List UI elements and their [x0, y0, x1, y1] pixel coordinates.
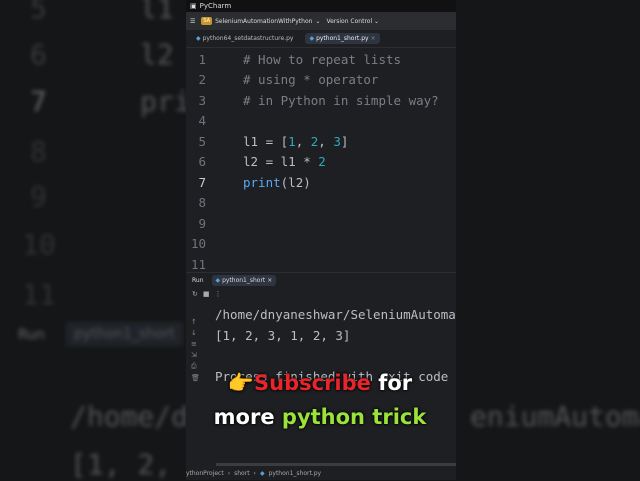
- rerun-icon[interactable]: ↻: [192, 290, 198, 298]
- run-tab[interactable]: ◆ python1_short ×: [211, 275, 277, 286]
- run-label: Run: [192, 277, 204, 284]
- code-line: # in Python in simple way?: [243, 92, 439, 108]
- close-icon[interactable]: ×: [371, 35, 376, 42]
- project-name: SeleniumAutomationWithPython: [215, 17, 313, 25]
- subscribe-text: Subscribe: [254, 371, 371, 395]
- code-editor[interactable]: 1 # How to repeat lists 2 # using * operat…: [186, 48, 456, 272]
- close-icon[interactable]: ×: [267, 277, 272, 284]
- bg-line-num: 6: [30, 38, 47, 71]
- breadcrumb-item[interactable]: python1_short.py: [269, 470, 322, 477]
- tab-python64-setdatastructure[interactable]: ◆ python64_setdatastructure.py: [192, 33, 297, 44]
- bg-line-num: 5: [30, 0, 47, 25]
- line-number: 1: [198, 51, 206, 67]
- bg-run-label: Run: [18, 327, 45, 343]
- python-file-icon: ◆: [215, 277, 221, 284]
- line-number: 11: [190, 256, 206, 272]
- more-icon[interactable]: ⋮: [215, 290, 222, 298]
- line-number: 8: [198, 195, 206, 210]
- arrow-down-icon[interactable]: ↓: [191, 329, 200, 337]
- bg-line-num: 11: [22, 278, 56, 311]
- arrow-up-icon[interactable]: ↑: [191, 318, 200, 326]
- subscribe-caption: 👉Subscribe for: [0, 371, 640, 396]
- python-file-icon: ◆: [259, 469, 265, 477]
- project-badge: SA: [201, 17, 213, 25]
- code-line: l1 = [1, 2, 3]: [243, 133, 349, 149]
- line-number: 7: [198, 174, 206, 190]
- project-selector[interactable]: SA SeleniumAutomationWithPython ⌄: [201, 17, 320, 25]
- version-control-menu[interactable]: Version Control ⌄: [326, 18, 379, 25]
- code-line: print(l2): [243, 174, 311, 190]
- python-trick-caption: more python trick: [0, 405, 640, 429]
- breadcrumb-item[interactable]: short: [234, 470, 249, 477]
- tab-python1-short[interactable]: ◆ python1_short.py ×: [305, 33, 380, 44]
- line-number: 3: [198, 92, 206, 108]
- line-number: 6: [198, 154, 206, 169]
- app-title: PyCharm: [199, 2, 232, 10]
- pycharm-icon: ▣: [190, 2, 197, 10]
- pointing-hand-emoji: 👉: [227, 371, 255, 395]
- bg-line-num: 7: [30, 85, 47, 118]
- bg-line-num: 9: [30, 180, 47, 213]
- line-number: 9: [198, 215, 206, 231]
- bg-line-num: 10: [22, 228, 56, 261]
- editor-tabs: ◆ python64_setdatastructure.py ◆ python1_s…: [186, 30, 456, 48]
- breadcrumb-item[interactable]: ythonProject: [186, 470, 224, 477]
- run-toolbar: ↻ ■ ⋮: [192, 290, 222, 298]
- hamburger-menu-icon[interactable]: ☰: [190, 18, 195, 25]
- bg-code: l1: [140, 0, 174, 25]
- main-toolbar: ☰ SA SeleniumAutomationWithPython ⌄ Vers…: [186, 12, 456, 30]
- code-line: l2 = l1 * 2: [243, 154, 326, 169]
- chevron-down-icon: ⌄: [315, 17, 321, 25]
- bg-output-result: [1, 2,: [70, 448, 172, 481]
- bg-line-num: 8: [30, 135, 47, 168]
- print-icon[interactable]: ⎙: [191, 362, 200, 371]
- soft-wrap-icon[interactable]: ≡: [191, 340, 200, 348]
- run-tab-label: python1_short: [222, 277, 266, 284]
- line-number: 2: [198, 72, 206, 87]
- line-number: 5: [198, 133, 206, 149]
- caption-text: more: [213, 405, 282, 429]
- caption-text: for: [370, 371, 413, 395]
- run-panel-header: Run ◆ python1_short ×: [186, 272, 456, 288]
- line-number: 4: [198, 113, 206, 128]
- console-output-line: [1, 2, 3, 1, 2, 3]: [215, 328, 351, 343]
- python-file-icon: ◆: [309, 35, 315, 42]
- console-output-line: /home/dnyaneshwar/SeleniumAutoma: [215, 307, 456, 322]
- tab-label: python1_short.py: [316, 35, 369, 42]
- bg-code: l2: [140, 38, 174, 71]
- title-bar: ▣ PyCharm: [186, 0, 456, 12]
- code-line: # How to repeat lists: [243, 51, 402, 67]
- scroll-end-icon[interactable]: ⇲: [191, 351, 200, 359]
- tab-label: python64_setdatastructure.py: [202, 35, 294, 42]
- stop-icon[interactable]: ■: [203, 290, 210, 298]
- vcs-label: Version Control: [326, 17, 373, 25]
- python-file-icon: ◆: [196, 35, 201, 42]
- status-breadcrumb: ythonProject › short › ◆ python1_short.py: [186, 466, 456, 480]
- line-number: 10: [190, 236, 206, 251]
- python-trick-text: python trick: [281, 405, 427, 429]
- bg-run-tab: python1_short: [66, 322, 183, 346]
- code-line: # using * operator: [243, 72, 379, 87]
